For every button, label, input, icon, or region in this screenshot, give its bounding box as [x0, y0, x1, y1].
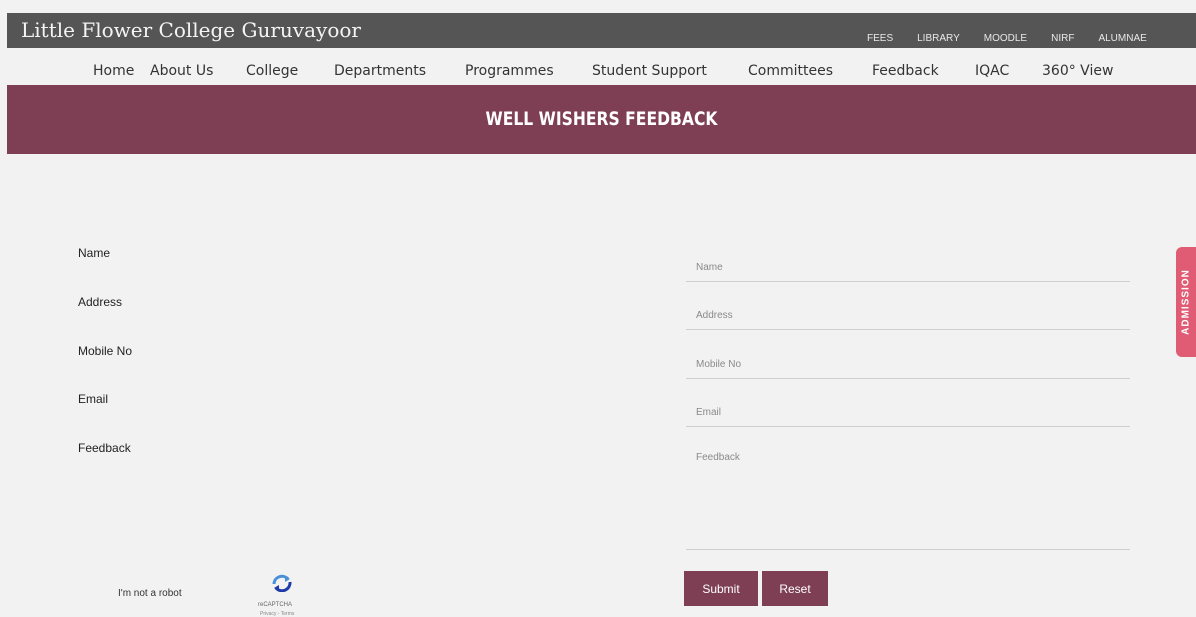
nav-item-programmes[interactable]: Programmes	[465, 63, 554, 79]
nav-item-committees[interactable]: Committees	[748, 63, 833, 79]
quick-link-library[interactable]: LIBRARY	[917, 33, 960, 45]
page-title: WELL WISHERS FEEDBACK	[485, 108, 718, 130]
reset-button[interactable]: Reset	[762, 571, 828, 606]
admission-tab[interactable]: ADMISSION	[1176, 247, 1196, 357]
nav-item-college[interactable]: College	[246, 63, 298, 79]
quick-link-moodle[interactable]: MOODLE	[984, 33, 1027, 45]
mobile-label: Mobile No	[78, 344, 133, 358]
quick-links: FEES LIBRARY MOODLE NIRF ALUMNAE	[867, 33, 1147, 45]
nav-item-iqac[interactable]: IQAC	[975, 63, 1009, 79]
recaptcha-label[interactable]: I'm not a robot	[118, 588, 182, 599]
feedback-textarea[interactable]	[686, 446, 1130, 550]
recaptcha-icon	[272, 574, 292, 592]
page-banner: WELL WISHERS FEEDBACK	[7, 85, 1196, 154]
address-label: Address	[78, 295, 123, 309]
recaptcha-widget[interactable]: I'm not a robot reCAPTCHA Privacy - Term…	[90, 562, 330, 617]
address-input[interactable]	[686, 302, 1130, 330]
email-label: Email	[78, 392, 109, 406]
quick-link-nirf[interactable]: NIRF	[1051, 33, 1074, 45]
recaptcha-brand: reCAPTCHA	[258, 602, 293, 608]
name-label: Name	[78, 246, 111, 260]
quick-link-fees[interactable]: FEES	[867, 33, 893, 45]
email-input[interactable]	[686, 399, 1130, 427]
nav-item-feedback[interactable]: Feedback	[872, 63, 939, 79]
nav-item-360-view[interactable]: 360° View	[1042, 63, 1113, 79]
nav-item-about-us[interactable]: About Us	[150, 63, 213, 79]
nav-item-home[interactable]: Home	[93, 63, 134, 79]
name-input[interactable]	[686, 254, 1130, 282]
nav-item-departments[interactable]: Departments	[334, 63, 426, 79]
top-bar: Little Flower College Guruvayoor FEES LI…	[7, 13, 1196, 48]
admission-tab-label: ADMISSION	[1180, 269, 1192, 335]
submit-button[interactable]: Submit	[684, 571, 758, 606]
nav-item-student-support[interactable]: Student Support	[592, 63, 707, 79]
site-title[interactable]: Little Flower College Guruvayoor	[21, 18, 361, 42]
recaptcha-privacy-terms[interactable]: Privacy - Terms	[260, 611, 294, 617]
feedback-label: Feedback	[78, 441, 131, 455]
mobile-input[interactable]	[686, 351, 1130, 379]
quick-link-alumnae[interactable]: ALUMNAE	[1098, 33, 1146, 45]
main-nav: Home About Us College Departments Progra…	[0, 58, 1196, 84]
